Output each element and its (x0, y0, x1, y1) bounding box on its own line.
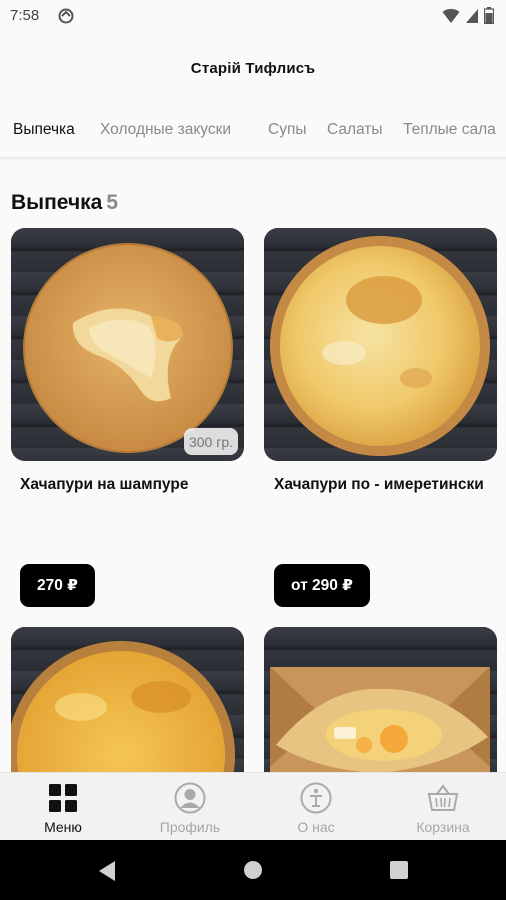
nav-cart[interactable]: Корзина (380, 773, 506, 841)
nav-menu-label: Меню (44, 819, 82, 835)
nav-cart-label: Корзина (416, 819, 470, 835)
khachapuri-skewer-picture (23, 243, 233, 453)
nav-profile-label: Профиль (159, 819, 221, 835)
battery-icon (483, 7, 495, 29)
product-name[interactable]: Хачапури на шампуре (20, 474, 240, 495)
nav-about[interactable]: О нас (253, 773, 379, 841)
bottom-navigation: Меню Профиль О нас Корзина (0, 772, 506, 840)
app-title: Старій Тифлисъ (190, 59, 316, 77)
signal-icon (465, 8, 479, 29)
product-image[interactable] (264, 228, 497, 461)
app-notification-icon (58, 8, 74, 29)
tabs-divider (0, 157, 506, 161)
tab-vypechka[interactable]: Выпечка (13, 121, 75, 139)
tab-salads[interactable]: Салаты (327, 121, 383, 139)
category-tabs: Выпечка Холодные закуски Супы Салаты Теп… (0, 104, 506, 158)
basket-icon (427, 784, 459, 811)
grid-icon (49, 784, 77, 812)
section-title: Выпечка 5 (11, 191, 118, 215)
about-icon (300, 782, 332, 814)
status-time: 7:58 (10, 7, 40, 24)
section-title-text: Выпечка (11, 191, 103, 214)
app-header: Старій Тифлисъ (0, 32, 506, 104)
status-bar: 7:58 (0, 0, 506, 32)
tab-cold-appetizers[interactable]: Холодные закуски (100, 121, 231, 139)
khachapuri-imeretinsky-picture (270, 236, 490, 456)
tab-soups[interactable]: Супы (268, 121, 306, 139)
product-image[interactable]: 300 гр. (11, 228, 244, 461)
weight-badge: 300 гр. (184, 428, 238, 455)
add-to-cart-button[interactable]: 270 ₽ (20, 564, 95, 607)
system-navigation-bar (0, 840, 506, 900)
tab-warm-salads[interactable]: Теплые сала (403, 121, 496, 139)
profile-icon (174, 782, 206, 814)
nav-profile[interactable]: Профиль (127, 773, 253, 841)
section-count: 5 (106, 191, 119, 214)
product-name[interactable]: Хачапури по - имеретински (274, 474, 494, 495)
nav-menu[interactable]: Меню (0, 773, 126, 841)
nav-about-label: О нас (297, 819, 335, 835)
recents-icon[interactable] (390, 861, 408, 879)
home-icon[interactable] (243, 860, 263, 880)
wifi-icon (442, 8, 460, 29)
add-to-cart-button[interactable]: от 290 ₽ (274, 564, 370, 607)
back-icon[interactable] (97, 860, 117, 882)
